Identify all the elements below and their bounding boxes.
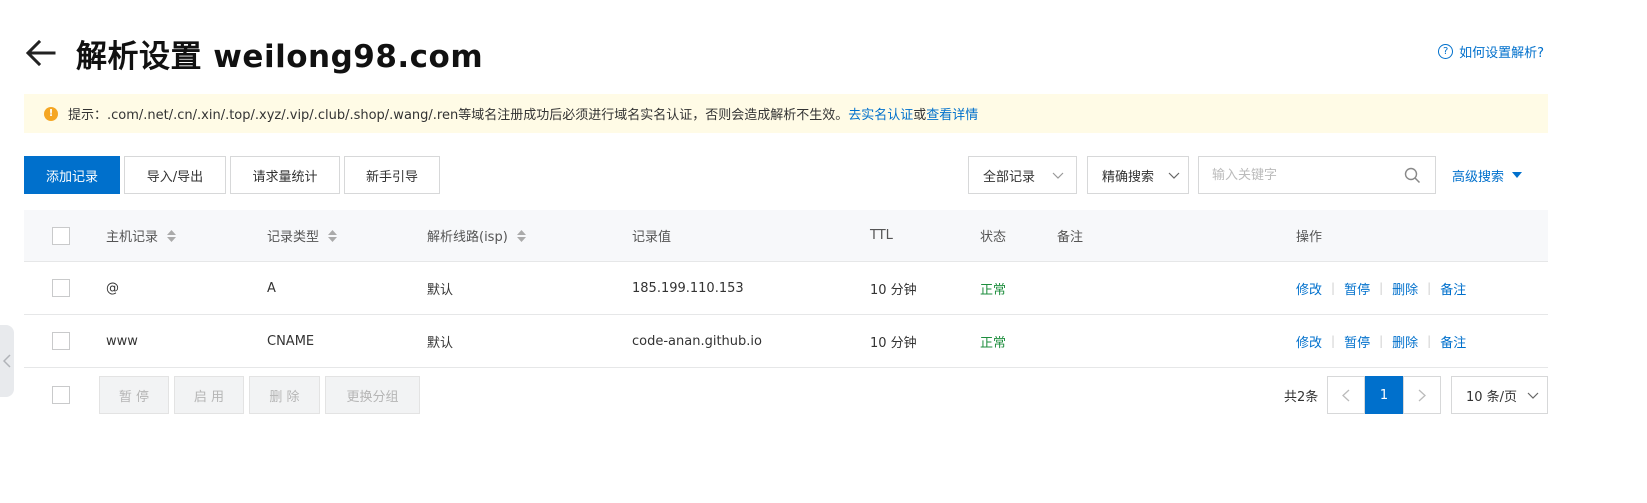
page-size-value: 10 条/页 [1466,389,1518,405]
delete-link[interactable]: 删除 [1392,332,1418,351]
host-cell: www [106,333,138,349]
delete-link[interactable]: 删除 [1392,279,1418,298]
page-title: 解析设置 weilong98.com [76,38,484,75]
chevron-left-icon [3,354,11,368]
page-header: 解析设置 weilong98.com ? 如何设置解析? [24,28,1544,78]
column-header-status: 状态 [980,230,1007,245]
status-cell: 正常 [980,282,1007,298]
ttl-cell: 10 分钟 [870,282,917,298]
table-header: 主机记录 记录类型 解析线路(isp) 记录值 TTL 状态 备注 操作 [24,210,1548,262]
sort-icon[interactable] [328,229,338,242]
details-link[interactable]: 查看详情 [926,104,978,123]
keyword-search-box[interactable] [1198,156,1436,194]
record-filter-value: 全部记录 [983,169,1036,185]
total-count: 共2条 [1284,390,1319,405]
action-divider: | [1331,281,1336,295]
side-collapse-tab[interactable] [0,325,14,397]
help-link-label: 如何设置解析? [1459,46,1544,61]
batch-pause-button[interactable]: 暂 停 [99,376,169,414]
realname-link[interactable]: 去实名认证 [848,104,913,123]
batch-enable-button[interactable]: 启 用 [174,376,244,414]
type-cell: CNAME [267,333,315,349]
dns-records-table: 主机记录 记录类型 解析线路(isp) 记录值 TTL 状态 备注 操作 @ A… [24,210,1548,368]
column-header-ttl: TTL [870,228,893,243]
type-cell: A [267,280,276,296]
advanced-search-toggle[interactable]: 高级搜索 [1452,166,1523,185]
warning-icon: ! [44,106,58,121]
action-divider: | [1379,334,1384,348]
note-link[interactable]: 备注 [1440,332,1466,351]
line-cell: 默认 [427,282,454,298]
batch-delete-button[interactable]: 删 除 [249,376,320,414]
guide-button[interactable]: 新手引导 [344,156,440,194]
action-divider: | [1379,281,1384,295]
edit-link[interactable]: 修改 [1296,332,1322,351]
row-actions: 修改 | 暂停 | 删除 | 备注 [1296,262,1466,314]
footer-select-all-checkbox[interactable] [52,386,70,404]
column-header-line[interactable]: 解析线路(isp) [427,210,526,261]
host-cell: @ [106,280,119,296]
chevron-down-icon [1168,172,1180,179]
chevron-left-icon [1342,389,1350,401]
notice-connector: 或 [913,108,927,123]
page-number-current[interactable]: 1 [1365,376,1403,414]
ttl-cell: 10 分钟 [870,335,917,351]
help-circle-icon: ? [1438,44,1454,59]
column-header-type[interactable]: 记录类型 [267,210,338,261]
note-link[interactable]: 备注 [1440,279,1466,298]
prev-page-button[interactable] [1327,376,1365,414]
change-group-button[interactable]: 更换分组 [325,376,420,414]
column-header-note: 备注 [1057,230,1084,245]
search-icon[interactable] [1404,167,1421,184]
status-cell: 正常 [980,335,1007,351]
page-size-select[interactable]: 10 条/页 [1451,376,1548,414]
chevron-down-icon [1052,172,1064,179]
table-footer: 暂 停 启 用 删 除 更换分组 共2条 1 10 条/页 [24,376,1548,416]
search-mode-value: 精确搜索 [1102,169,1155,185]
table-row: www CNAME 默认 code-anan.github.io 10 分钟 正… [24,315,1548,368]
column-header-value: 记录值 [632,230,672,245]
back-arrow-icon[interactable] [24,36,58,70]
toolbar: 添加记录 导入/导出 请求量统计 新手引导 全部记录 精确搜索 高级搜索 [24,156,1548,196]
request-stats-button[interactable]: 请求量统计 [230,156,340,194]
caret-down-icon [1512,172,1523,178]
next-page-button[interactable] [1403,376,1441,414]
value-cell: code-anan.github.io [632,333,762,349]
help-link[interactable]: ? 如何设置解析? [1438,42,1544,61]
select-all-checkbox[interactable] [52,226,70,245]
chevron-down-icon [1527,392,1539,399]
search-input[interactable] [1199,157,1389,193]
pause-link[interactable]: 暂停 [1344,279,1370,298]
search-mode-select[interactable]: 精确搜索 [1087,156,1189,194]
pause-link[interactable]: 暂停 [1344,332,1370,351]
notice-text: 提示：.com/.net/.cn/.xin/.top/.xyz/.vip/.cl… [68,108,849,123]
action-divider: | [1427,334,1432,348]
sort-icon[interactable] [167,229,177,242]
table-row: @ A 默认 185.199.110.153 10 分钟 正常 修改 | 暂停 | … [24,262,1548,315]
value-cell: 185.199.110.153 [632,280,744,296]
line-cell: 默认 [427,335,454,351]
sort-icon[interactable] [516,229,526,242]
advanced-search-label: 高级搜索 [1452,170,1505,185]
import-export-button[interactable]: 导入/导出 [124,156,226,194]
edit-link[interactable]: 修改 [1296,279,1322,298]
realname-notice: ! 提示：.com/.net/.cn/.xin/.top/.xyz/.vip/.… [24,94,1548,133]
row-checkbox[interactable] [52,279,70,297]
chevron-right-icon [1418,389,1426,401]
row-checkbox[interactable] [52,332,70,350]
record-filter-select[interactable]: 全部记录 [968,156,1077,194]
action-divider: | [1427,281,1432,295]
add-record-button[interactable]: 添加记录 [24,156,120,194]
column-header-actions: 操作 [1296,230,1323,245]
column-header-host[interactable]: 主机记录 [106,210,177,261]
row-actions: 修改 | 暂停 | 删除 | 备注 [1296,315,1466,367]
action-divider: | [1331,334,1336,348]
